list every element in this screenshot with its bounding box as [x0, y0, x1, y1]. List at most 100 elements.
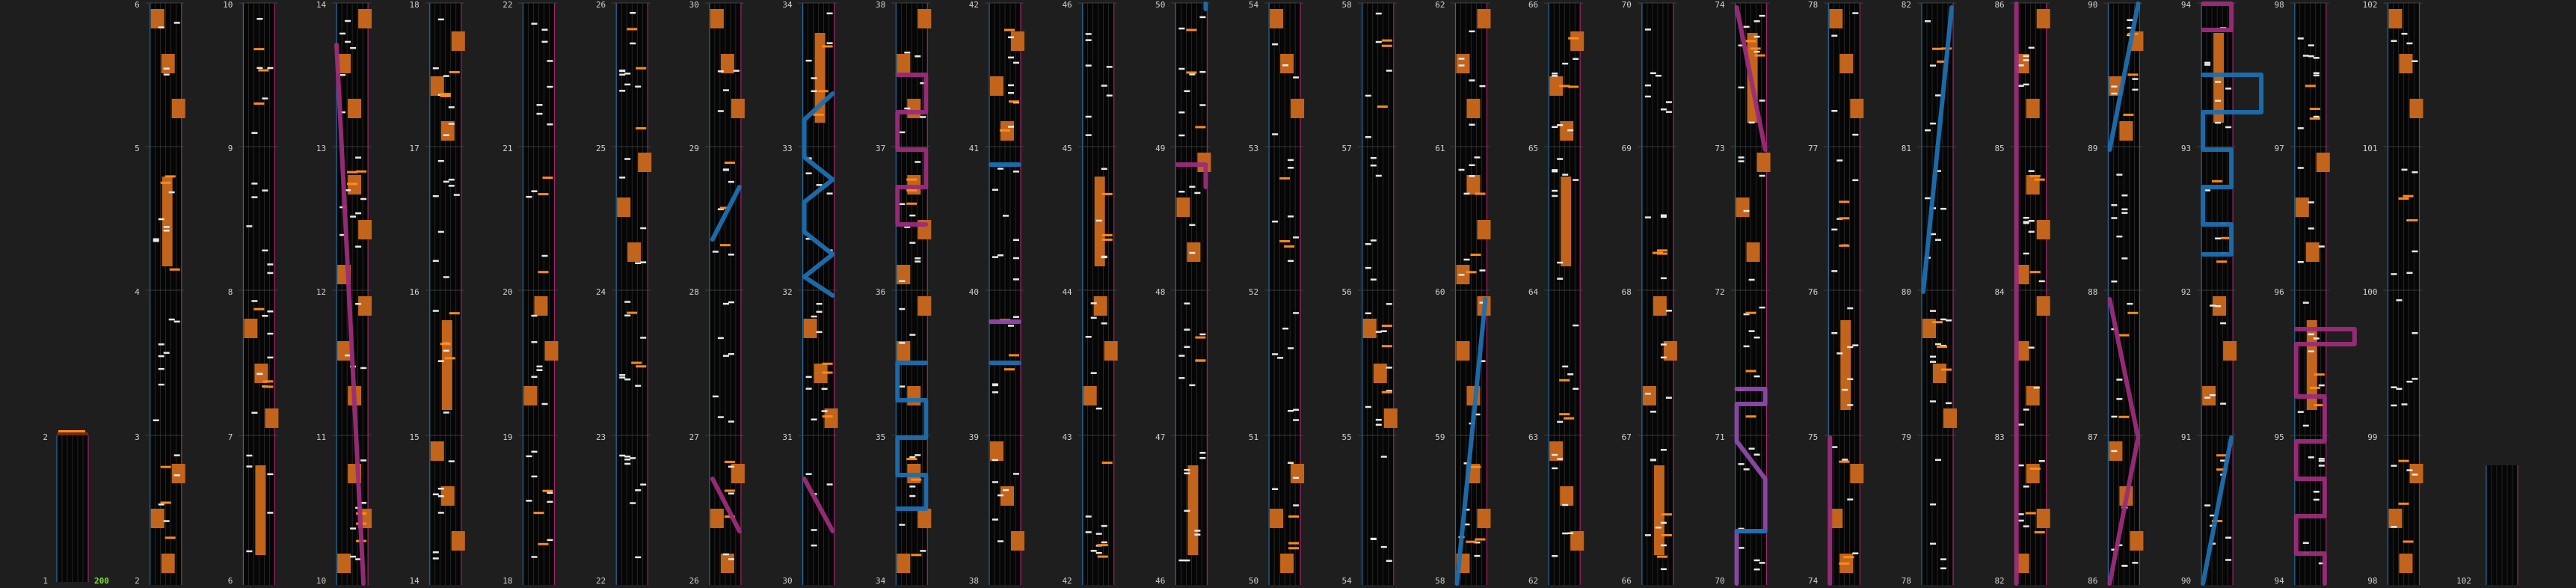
hold-block: [710, 509, 724, 528]
tap-note: [547, 60, 553, 62]
tap-note: [624, 462, 631, 465]
tap-note: [914, 161, 921, 163]
tap-note: [2017, 85, 2024, 87]
flick-note: [1004, 368, 1015, 371]
lane-columns: [56, 2, 2518, 585]
tap-note: [1178, 111, 1185, 114]
tap-note: [1293, 408, 1300, 411]
tap-note: [1380, 545, 1387, 548]
measure-number: 102: [2363, 0, 2378, 10]
tap-note: [1573, 179, 1579, 181]
tap-note: [1189, 384, 1196, 387]
tap-note: [448, 123, 455, 125]
tap-note: [805, 388, 812, 390]
tap-note: [541, 28, 548, 31]
tap-note: [2406, 469, 2413, 471]
tap-note: [350, 215, 357, 218]
measure-number: 99: [2367, 432, 2377, 442]
tap-note: [1013, 239, 1019, 242]
hold-block: [2036, 296, 2050, 316]
tap-note: [624, 158, 631, 160]
tap-note: [1831, 332, 1838, 334]
tap-note: [541, 402, 548, 405]
tap-note: [1562, 532, 1569, 535]
lane-column-1: [56, 430, 89, 582]
measure-number: 86: [2088, 576, 2097, 586]
tap-note: [1370, 278, 1377, 281]
tap-note: [443, 411, 449, 414]
tap-note: [1272, 220, 1279, 223]
tap-note: [1557, 458, 1564, 460]
tap-note: [992, 383, 998, 385]
tap-note: [1008, 92, 1014, 94]
flick-note: [911, 554, 922, 557]
tap-note: [816, 310, 823, 313]
tap-note: [1660, 215, 1667, 218]
tap-note: [448, 106, 455, 108]
measure-number: 7: [228, 432, 233, 442]
tap-note: [1282, 327, 1289, 330]
tap-note: [1665, 101, 1672, 103]
hold-block: [1642, 386, 1656, 405]
hold-block: [1291, 464, 1305, 483]
flick-note: [1000, 129, 1010, 132]
hold-block: [2223, 341, 2237, 361]
tap-note: [2121, 194, 2128, 197]
tap-note: [728, 180, 734, 183]
tap-note: [1184, 509, 1190, 512]
flick-note: [627, 28, 638, 31]
flick-note: [822, 45, 833, 48]
tap-note: [1013, 473, 1019, 475]
measure-number: 70: [1715, 576, 1724, 586]
tap-note: [531, 556, 538, 558]
tap-note: [1370, 164, 1377, 167]
tap-note: [2225, 126, 2232, 129]
tap-note: [1199, 16, 1206, 19]
tap-note: [1573, 58, 1579, 61]
hold-block: [1456, 54, 1470, 73]
tap-note: [2023, 83, 2029, 86]
tap-note: [2302, 301, 2309, 304]
flick-note: [1279, 177, 1291, 180]
tap-note: [2132, 562, 2139, 564]
tap-note: [2204, 61, 2211, 64]
tap-note: [536, 112, 543, 115]
tap-note: [1003, 489, 1009, 491]
tap-note: [1753, 20, 1760, 22]
tap-note: [251, 300, 258, 302]
flick-note: [1466, 271, 1477, 274]
tap-note: [1189, 251, 1196, 254]
measure-number: 96: [2275, 287, 2284, 297]
lane-column-14: [1264, 2, 1305, 585]
measure-number: 44: [1062, 287, 1072, 297]
tap-note: [1178, 355, 1185, 357]
measure-number: 12: [316, 287, 326, 297]
tap-note: [437, 159, 444, 162]
flick-note: [1470, 465, 1481, 468]
tap-note: [1748, 330, 1755, 332]
measure-number: 90: [2088, 0, 2097, 10]
measure-number: 34: [782, 0, 793, 10]
combo-count: 200: [94, 576, 109, 586]
tap-note: [1370, 239, 1377, 242]
tap-note: [153, 238, 159, 240]
tap-note: [1184, 346, 1190, 348]
tap-note: [630, 12, 636, 14]
tap-note: [2302, 424, 2309, 427]
tap-note: [432, 260, 439, 262]
lane-column-2: [145, 2, 185, 585]
tap-note: [1930, 400, 1936, 402]
tap-note: [1567, 373, 1574, 376]
tap-note: [1199, 457, 1206, 459]
measure-number: 86: [1994, 0, 2004, 10]
tap-note: [1479, 85, 1486, 88]
measure-number: 98: [2367, 576, 2377, 586]
hold-block: [1456, 341, 1470, 361]
tap-note: [1753, 453, 1760, 456]
flick-note: [1745, 370, 1756, 373]
lane-column-8: [704, 2, 745, 585]
hold-block: [1829, 9, 1843, 28]
tap-note: [909, 242, 916, 244]
tap-note: [624, 456, 631, 458]
flick-note: [440, 343, 451, 346]
